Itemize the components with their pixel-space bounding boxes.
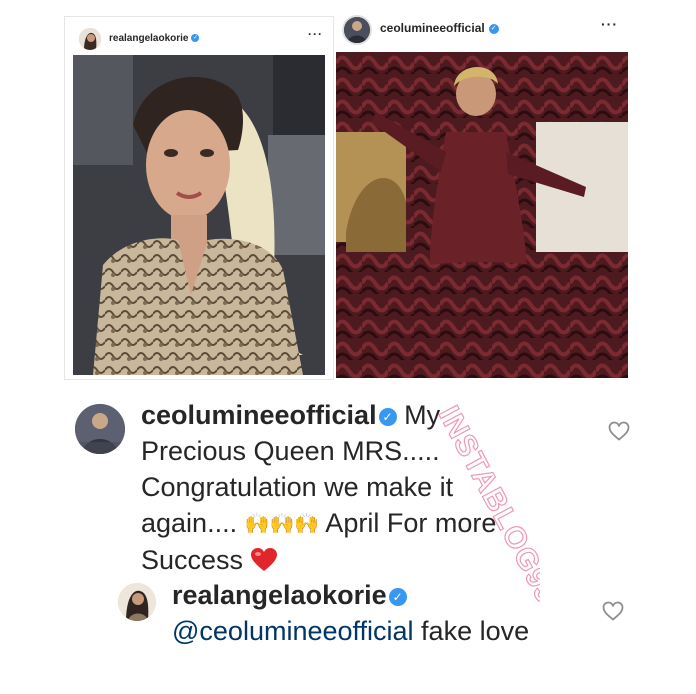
more-options-icon[interactable]: ··· [601, 16, 618, 32]
post-username[interactable]: realangelaokorie ✓ [109, 33, 200, 44]
reply-text: fake love [413, 616, 530, 646]
more-options-icon[interactable]: ··· [308, 27, 323, 41]
post-photo[interactable] [73, 55, 325, 375]
red-heart-emoji [250, 545, 277, 571]
post-username[interactable]: ceolumineeofficial ✓ [380, 21, 499, 35]
reply-body: realangelaokorie ✓ @ceolumineeofficial fak… [172, 577, 552, 649]
comment-body: ceolumineeofficial ✓ My Precious Queen MR… [141, 397, 521, 578]
verified-badge-icon: ✓ [488, 23, 499, 34]
post-photo[interactable] [336, 52, 628, 378]
raised-hands-emoji: 🙌🙌🙌 [244, 513, 320, 535]
profile-avatar[interactable] [342, 15, 372, 45]
verified-badge-icon: ✓ [378, 408, 397, 426]
like-heart-icon[interactable] [608, 421, 630, 441]
post-header: realangelaokorie ✓ ··· [65, 17, 333, 59]
post-card-left: realangelaokorie ✓ ··· [64, 16, 334, 380]
verified-badge-icon: ✓ [191, 34, 200, 43]
replier-avatar[interactable] [118, 583, 156, 621]
like-heart-icon[interactable] [602, 601, 624, 621]
comment-username[interactable]: ceolumineeofficial [141, 400, 377, 430]
mention-link[interactable]: @ceolumineeofficial [172, 616, 414, 646]
reply-username[interactable]: realangelaokorie [172, 580, 387, 610]
post-card-right: ceolumineeofficial ✓ ··· [336, 10, 628, 378]
verified-badge-icon: ✓ [388, 588, 407, 606]
commenter-avatar[interactable] [75, 404, 125, 454]
post-header: ceolumineeofficial ✓ ··· [336, 10, 628, 52]
profile-avatar[interactable] [79, 28, 101, 50]
